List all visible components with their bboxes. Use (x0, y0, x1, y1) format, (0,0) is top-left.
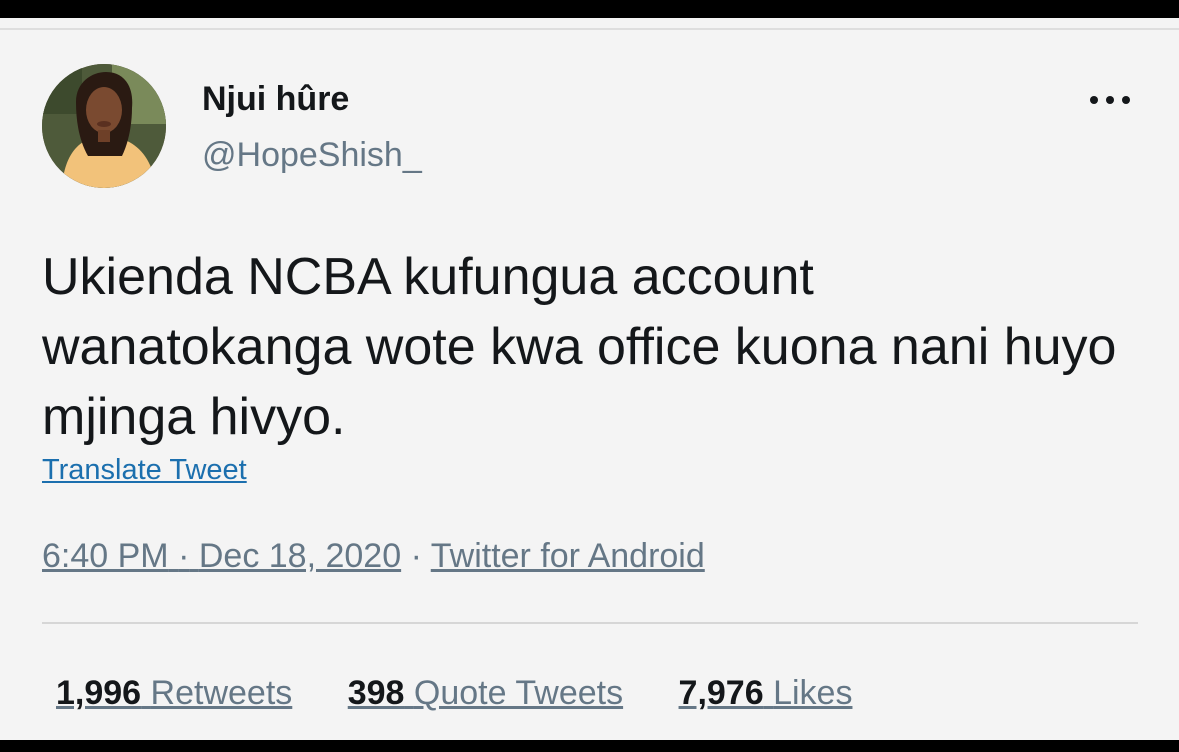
tweet-date: Dec 18, 2020 (198, 537, 402, 575)
retweets-stat[interactable]: 1,996 Retweets (56, 674, 292, 713)
meta-separator: · (178, 537, 190, 575)
tweet-source-link[interactable]: Twitter for Android (431, 537, 705, 575)
meta-separator: · (410, 537, 422, 575)
translate-tweet-link[interactable]: Translate Tweet (42, 454, 247, 487)
more-horizontal-icon (1122, 96, 1130, 104)
display-name[interactable]: Njui hûre (202, 80, 349, 119)
user-handle[interactable]: @HopeShish_ (202, 136, 422, 175)
stats-divider (42, 622, 1138, 624)
likes-count: 7,976 (678, 674, 764, 712)
more-options-button[interactable] (1086, 88, 1142, 112)
top-divider (0, 28, 1179, 30)
tweet-time: 6:40 PM (42, 537, 169, 575)
quote-tweets-stat[interactable]: 398 Quote Tweets (348, 674, 623, 713)
engagement-stats: 1,996 Retweets 398 Quote Tweets 7,976 Li… (56, 674, 898, 713)
likes-stat[interactable]: 7,976 Likes (679, 674, 853, 713)
retweets-count: 1,996 (56, 674, 142, 712)
tweet-metadata: 6:40 PM · Dec 18, 2020 · Twitter for And… (42, 537, 705, 576)
quote-tweets-count: 398 (347, 674, 405, 712)
avatar-image (42, 64, 166, 188)
tweet-text: Ukienda NCBA kufungua account wanatokang… (42, 248, 1117, 446)
quote-tweets-label: Quote Tweets (413, 674, 624, 712)
tweet-card: Njui hûre @HopeShish_ Ukienda NCBA kufun… (0, 18, 1179, 740)
tweet-timestamp[interactable]: 6:40 PM · Dec 18, 2020 (42, 537, 401, 575)
more-horizontal-icon (1090, 96, 1098, 104)
likes-label: Likes (773, 674, 853, 712)
more-horizontal-icon (1106, 96, 1114, 104)
avatar[interactable] (42, 64, 166, 188)
retweets-label: Retweets (150, 674, 293, 712)
